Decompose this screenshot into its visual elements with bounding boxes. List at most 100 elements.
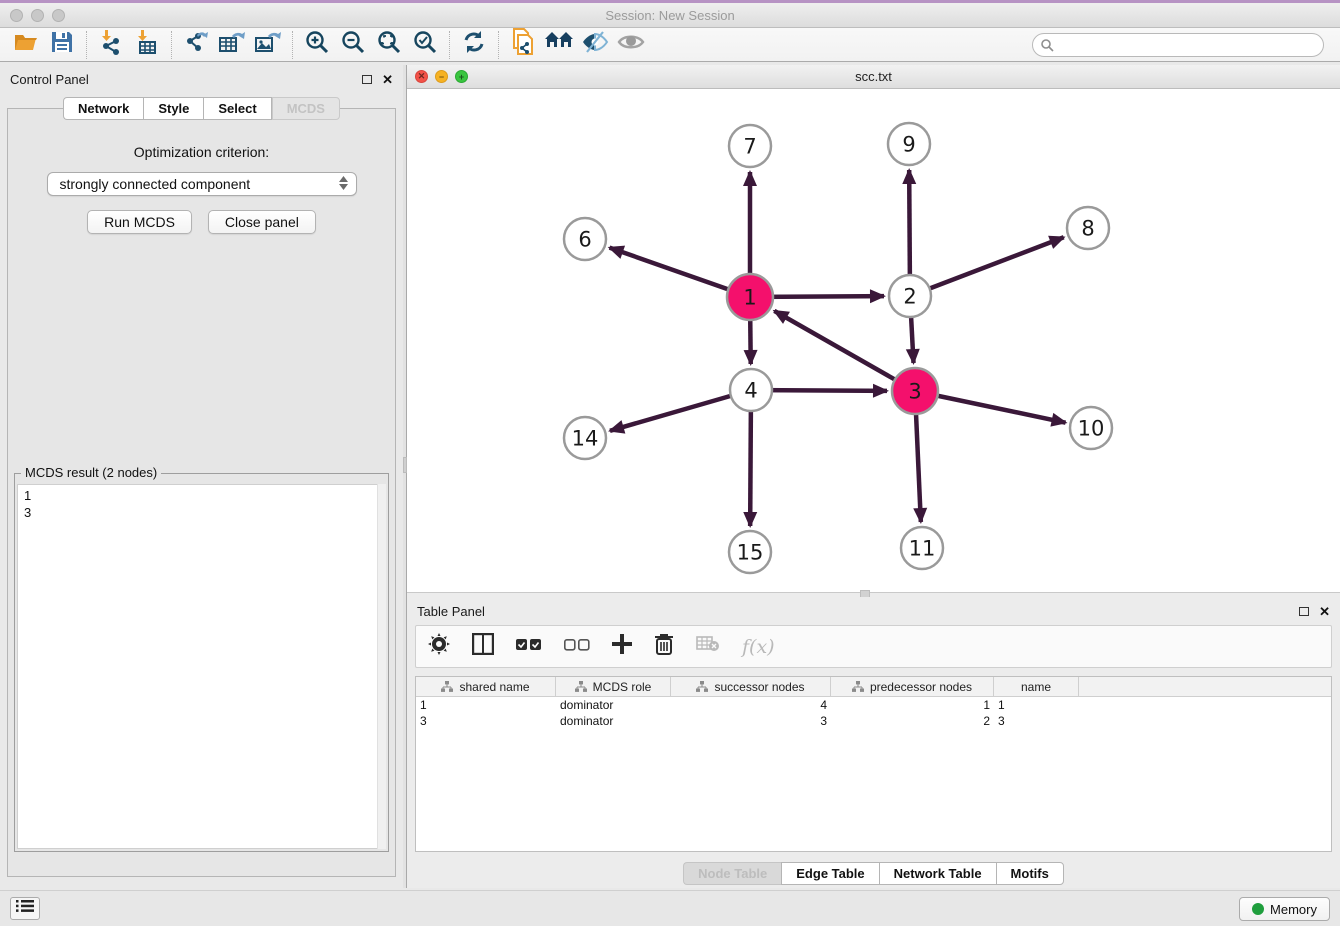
column-header-name[interactable]: name xyxy=(994,677,1079,696)
tab-motifs[interactable]: Motifs xyxy=(996,862,1064,885)
import-network-button[interactable] xyxy=(93,30,129,60)
import-table-icon xyxy=(134,29,160,60)
graph-node-label: 11 xyxy=(909,536,936,560)
control-panel-title: Control Panel xyxy=(10,72,89,87)
open-session-button[interactable] xyxy=(8,30,44,60)
column-header-shared-name[interactable]: shared name xyxy=(416,677,556,696)
toolbar-separator xyxy=(86,31,87,59)
home-button[interactable] xyxy=(541,30,577,60)
criterion-select[interactable]: strongly connected component xyxy=(47,172,357,196)
deselect-all-button[interactable] xyxy=(564,638,590,656)
zoom-selected-icon xyxy=(412,29,438,60)
eye-slash-icon xyxy=(581,31,609,58)
zoom-in-icon xyxy=(304,29,330,60)
graph-node-label: 1 xyxy=(743,285,756,309)
float-panel-icon[interactable] xyxy=(362,75,372,84)
zoom-out-button[interactable] xyxy=(335,30,371,60)
graph-node-label: 3 xyxy=(908,379,921,403)
memory-status-icon xyxy=(1252,903,1264,915)
tab-select[interactable]: Select xyxy=(203,97,271,120)
result-line: 1 xyxy=(24,487,379,504)
tab-node-table[interactable]: Node Table xyxy=(683,862,781,885)
function-builder-button[interactable]: f(x) xyxy=(742,636,775,658)
graph-node-label: 15 xyxy=(737,540,764,564)
graph-edge-3-1[interactable] xyxy=(774,311,915,391)
export-image-button[interactable] xyxy=(250,30,286,60)
eye-icon xyxy=(617,31,645,58)
list-icon xyxy=(16,899,34,918)
close-panel-button[interactable]: Close panel xyxy=(208,210,316,234)
refresh-view-button[interactable] xyxy=(456,30,492,60)
close-panel-icon[interactable]: ✕ xyxy=(1319,605,1330,618)
table-panel-header: Table Panel ✕ xyxy=(407,597,1340,625)
window-title: Session: New Session xyxy=(0,8,1340,23)
toolbar-separator xyxy=(292,31,293,59)
close-panel-icon[interactable]: ✕ xyxy=(382,73,393,86)
delete-column-button[interactable] xyxy=(654,633,674,660)
float-panel-icon[interactable] xyxy=(1299,607,1309,616)
delete-table-button[interactable] xyxy=(696,636,720,657)
tab-mcds[interactable]: MCDS xyxy=(272,97,340,120)
network-canvas[interactable]: 1234678910111415 xyxy=(407,89,1340,592)
graph-node-label: 10 xyxy=(1078,416,1105,440)
table-panel: Table Panel ✕ f(x) shared name MCDS role… xyxy=(407,597,1340,888)
table-row[interactable]: 1 dominator 4 1 1 xyxy=(416,697,1331,713)
column-header-predecessor-nodes[interactable]: predecessor nodes xyxy=(831,677,994,696)
zoom-fit-icon xyxy=(376,29,402,60)
duplicate-network-icon xyxy=(510,28,536,61)
export-image-icon xyxy=(254,29,282,60)
table-header-row: shared name MCDS role successor nodes pr… xyxy=(416,677,1331,697)
tab-network-table[interactable]: Network Table xyxy=(879,862,996,885)
export-network-button[interactable] xyxy=(178,30,214,60)
graph-node-label: 4 xyxy=(744,378,757,402)
network-window-title: scc.txt xyxy=(407,69,1340,84)
hide-graphics-details-button[interactable] xyxy=(577,30,613,60)
network-window-titlebar: ✕ − + scc.txt xyxy=(407,65,1340,89)
graph-node-label: 8 xyxy=(1081,216,1094,240)
tab-style[interactable]: Style xyxy=(143,97,203,120)
tab-edge-table[interactable]: Edge Table xyxy=(781,862,878,885)
import-table-button[interactable] xyxy=(129,30,165,60)
export-table-icon xyxy=(218,29,246,60)
graph-node-label: 9 xyxy=(902,132,915,156)
add-column-button[interactable] xyxy=(612,634,632,659)
task-history-button[interactable] xyxy=(10,897,40,920)
zoom-in-button[interactable] xyxy=(299,30,335,60)
column-header-mcds-role[interactable]: MCDS role xyxy=(556,677,671,696)
export-table-button[interactable] xyxy=(214,30,250,60)
toolbar-separator xyxy=(449,31,450,59)
control-panel-header: Control Panel ✕ xyxy=(0,65,403,93)
select-stepper-icon xyxy=(339,176,348,190)
zoom-fit-button[interactable] xyxy=(371,30,407,60)
table-row[interactable]: 3 dominator 3 2 3 xyxy=(416,713,1331,729)
table-toolbar: f(x) xyxy=(415,625,1332,668)
save-session-button[interactable] xyxy=(44,30,80,60)
run-mcds-button[interactable]: Run MCDS xyxy=(87,210,192,234)
duplicate-network-button[interactable] xyxy=(505,30,541,60)
result-scrollbar[interactable] xyxy=(377,484,386,849)
control-panel: Control Panel ✕ Network Style Select MCD… xyxy=(0,65,403,888)
tab-network[interactable]: Network xyxy=(63,97,143,120)
fx-icon: f(x) xyxy=(742,636,775,658)
show-columns-button[interactable] xyxy=(472,633,494,660)
memory-label: Memory xyxy=(1270,902,1317,917)
table-panel-title: Table Panel xyxy=(417,604,485,619)
table-settings-button[interactable] xyxy=(428,633,450,660)
mcds-result-text[interactable]: 1 3 xyxy=(17,484,386,849)
table-tabs: Node Table Edge Table Network Table Moti… xyxy=(407,862,1340,885)
zoom-out-icon xyxy=(340,29,366,60)
select-all-button[interactable] xyxy=(516,638,542,656)
memory-button[interactable]: Memory xyxy=(1239,897,1330,921)
floppy-icon xyxy=(50,30,74,59)
zoom-selected-button[interactable] xyxy=(407,30,443,60)
graph-node-label: 2 xyxy=(903,284,916,308)
search-input[interactable] xyxy=(1032,33,1324,57)
node-table[interactable]: shared name MCDS role successor nodes pr… xyxy=(415,676,1332,852)
mcds-panel: Optimization criterion: strongly connect… xyxy=(7,108,396,877)
show-graphics-details-button[interactable] xyxy=(613,30,649,60)
mcds-result-title: MCDS result (2 nodes) xyxy=(21,465,161,480)
criterion-value: strongly connected component xyxy=(60,176,251,192)
graph-edge-2-8[interactable] xyxy=(910,237,1064,296)
search-field-wrap xyxy=(1032,33,1324,57)
column-header-successor-nodes[interactable]: successor nodes xyxy=(671,677,831,696)
